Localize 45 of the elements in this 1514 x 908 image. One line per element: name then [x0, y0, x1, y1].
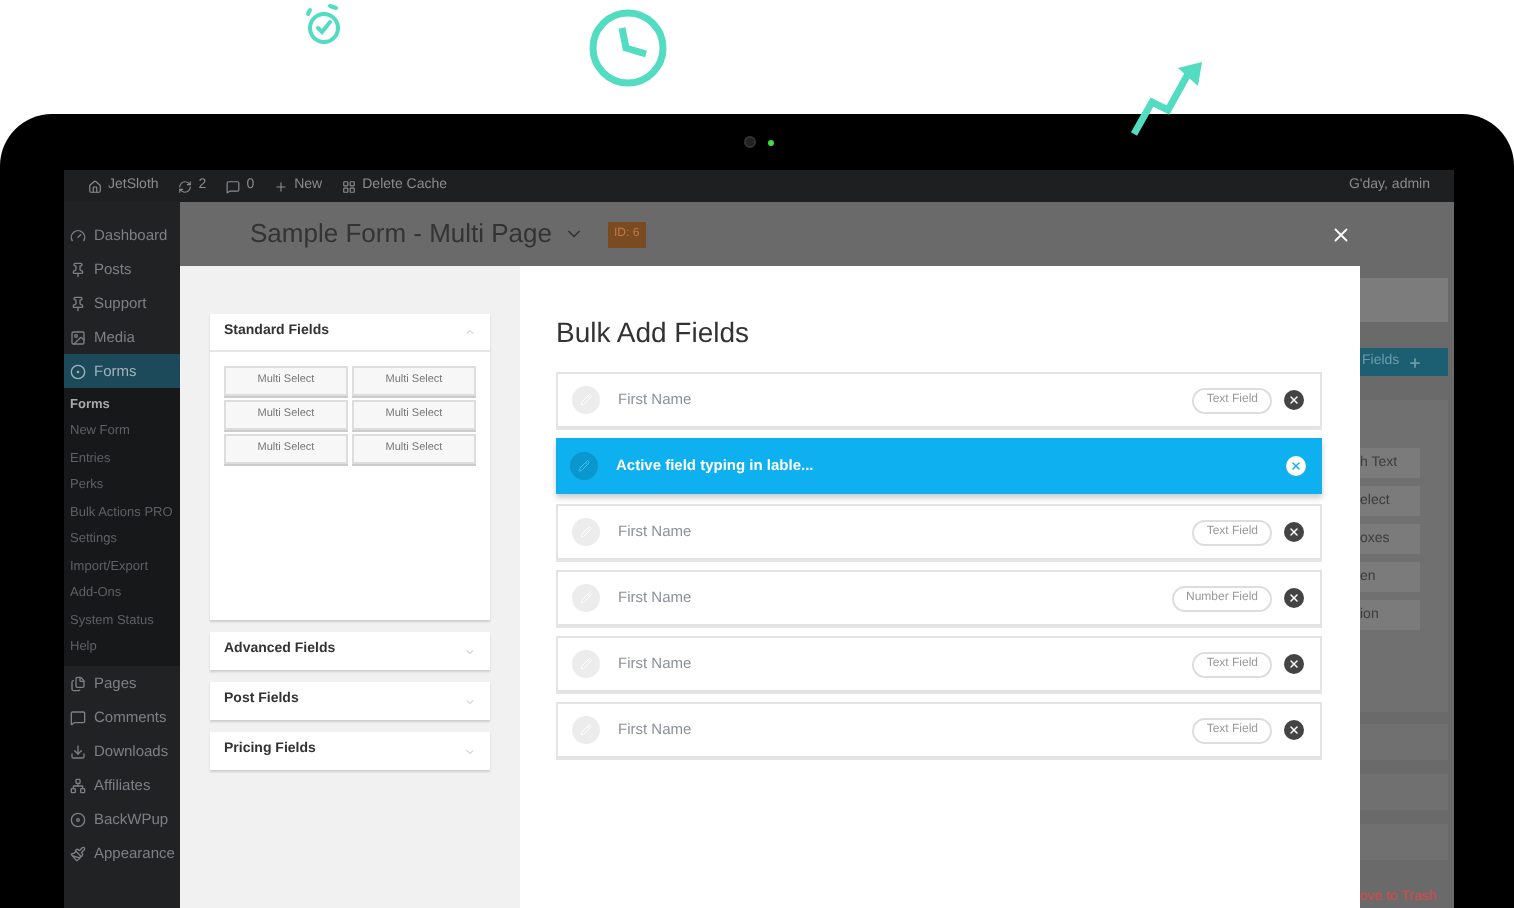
remove-button[interactable]	[1284, 720, 1304, 740]
panel-card	[1360, 724, 1448, 761]
plus-icon	[1407, 355, 1422, 370]
panel-card	[1360, 823, 1448, 859]
remove-button[interactable]	[1284, 522, 1304, 542]
paintbrush-icon	[70, 845, 86, 861]
close-icon	[1288, 592, 1300, 604]
image-icon	[70, 329, 86, 345]
modal-heading: Bulk Add Fields	[556, 314, 751, 352]
chevron-icon	[464, 326, 476, 338]
plus-icon	[274, 179, 289, 193]
speech-bubble-icon	[70, 709, 86, 725]
chevron-icon	[464, 645, 476, 657]
stopwatch-icon	[304, 2, 344, 46]
circle-icon	[70, 363, 86, 379]
pencil-icon	[570, 452, 598, 480]
panel-card	[1360, 278, 1448, 322]
close-icon	[1288, 658, 1300, 670]
close-icon	[1288, 526, 1300, 538]
disc-icon	[70, 811, 86, 827]
camera-icon	[744, 136, 756, 148]
remove-button[interactable]	[1284, 390, 1304, 410]
close-icon	[1290, 460, 1302, 472]
close-icon[interactable]	[1330, 223, 1352, 245]
pin-icon	[70, 295, 86, 311]
page-title: Sample Form - Multi Page	[250, 216, 552, 253]
remove-button[interactable]	[1284, 654, 1304, 674]
gauge-icon	[70, 227, 86, 243]
panel-card	[1360, 774, 1448, 810]
chevron-icon	[464, 745, 476, 757]
clock-icon	[588, 8, 668, 88]
download-icon	[70, 743, 86, 759]
pages-icon	[70, 675, 86, 691]
close-icon	[1288, 724, 1300, 736]
remove-button[interactable]	[1284, 588, 1304, 608]
close-icon	[1288, 394, 1300, 406]
house-icon	[88, 179, 102, 193]
network-icon	[70, 777, 86, 793]
pin-icon	[70, 261, 86, 277]
indicator-light-icon	[768, 139, 774, 145]
zigzag-arrow-icon	[1130, 62, 1206, 138]
chevron-icon	[464, 695, 476, 707]
refresh-icon	[178, 179, 193, 193]
speech-bubble-icon	[226, 179, 241, 193]
grid-icon	[342, 179, 357, 193]
